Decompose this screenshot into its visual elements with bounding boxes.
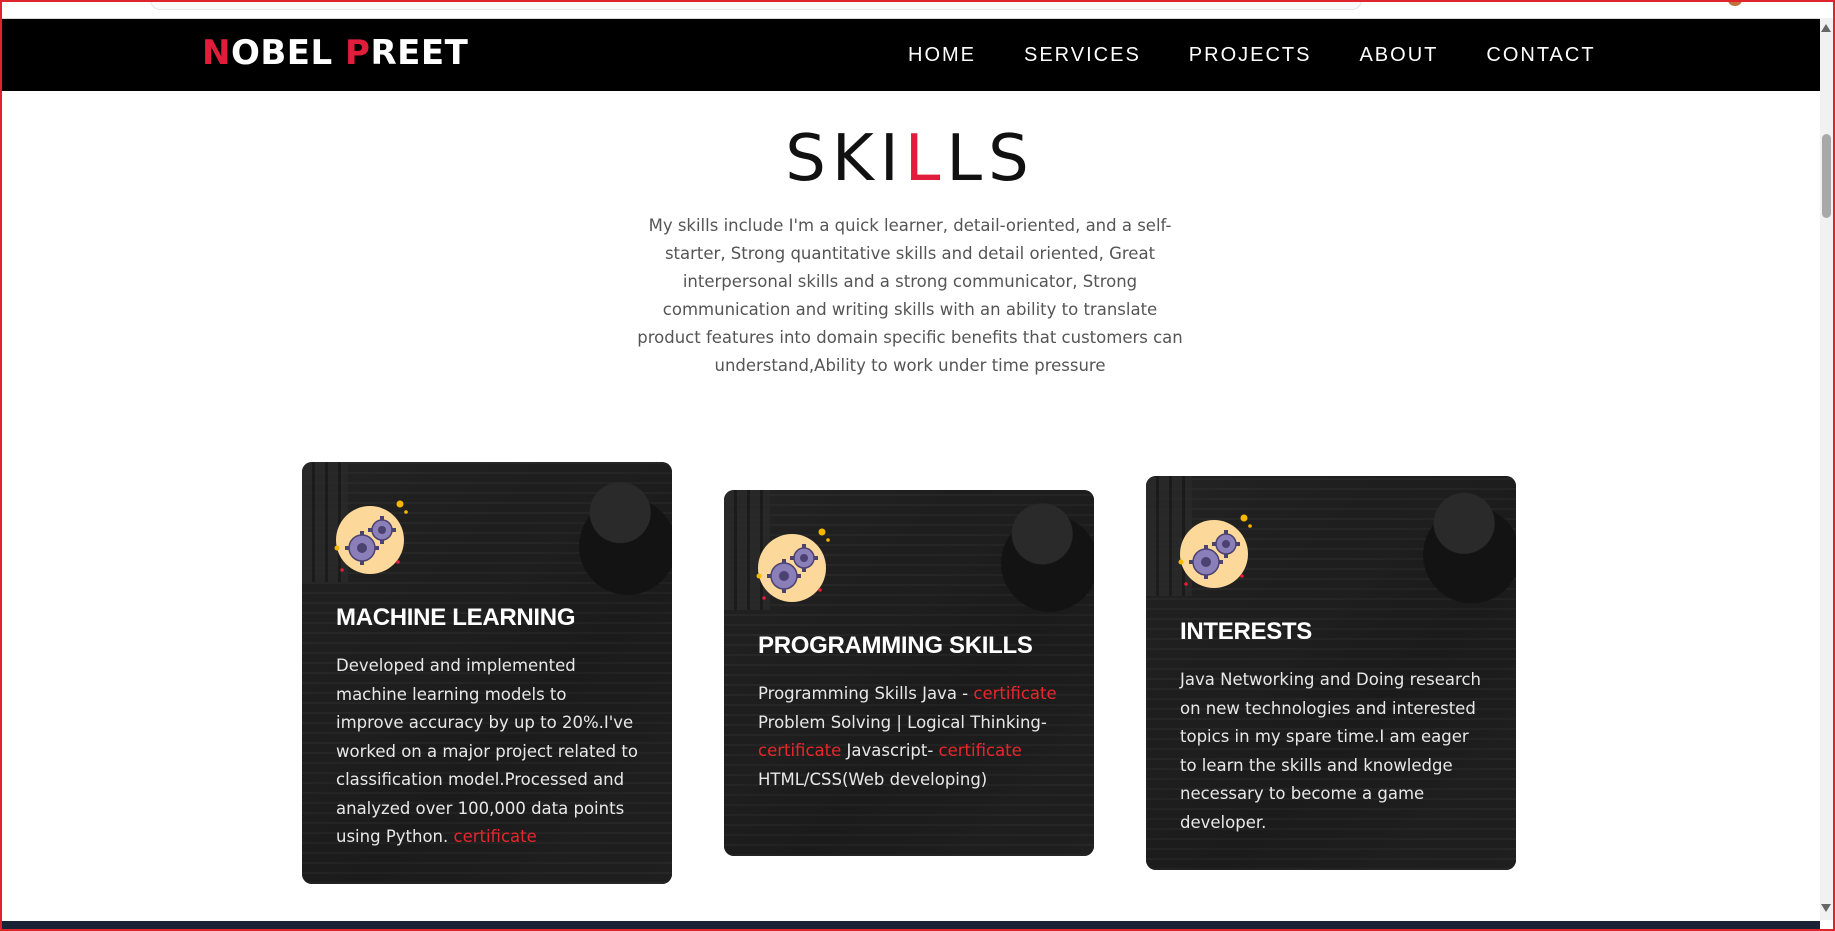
main-nav: HOME SERVICES PROJECTS ABOUT CONTACT [908,19,1644,91]
site-navbar: NOBEL PREET HOME SERVICES PROJECTS ABOUT… [2,19,1820,91]
gears-icon [330,496,412,578]
logo-initial-p: P [345,33,371,73]
logo-word-2: REET [370,33,469,73]
browser-search-bar[interactable] [150,0,1362,10]
card-text: Java Networking and Doing research on ne… [1180,670,1481,832]
nav-about[interactable]: ABOUT [1359,44,1438,67]
card-body-text: Developed and implemented machine learni… [336,656,638,846]
scroll-up-icon[interactable] [1821,24,1831,32]
logo-initial-n: N [202,33,231,73]
page-scrollbar[interactable] [1820,18,1833,920]
section-title: SKILLS [0,122,1820,196]
certificate-link-java[interactable]: certificate [973,684,1056,703]
gears-icon [1174,510,1256,592]
nav-contact[interactable]: CONTACT [1486,44,1595,67]
nav-projects[interactable]: PROJECTS [1189,44,1312,67]
skills-intro: My skills include I'm a quick learner, d… [637,216,1183,375]
logo-word-1: OBEL [230,33,346,73]
browser-top-strip [0,0,1820,20]
certificate-link-javascript[interactable]: certificate [939,741,1022,760]
certificate-link[interactable]: certificate [454,827,537,846]
site-logo[interactable]: NOBEL PREET [202,33,468,73]
card-text-segment: Javascript- [841,741,939,760]
card-interests: INTERESTS Java Networking and Doing rese… [1146,476,1516,870]
gears-icon [752,524,834,606]
card-text: Programming Skills Java - certificate Pr… [758,680,1060,794]
card-text-segment: Programming Skills Java - [758,684,974,703]
scroll-down-icon[interactable] [1821,904,1831,912]
card-title: PROGRAMMING SKILLS [758,632,1033,659]
card-programming-skills: PROGRAMMING SKILLS Programming Skills Ja… [724,490,1094,856]
scrollbar-thumb[interactable] [1822,134,1831,218]
card-text-segment: HTML/CSS(Web developing) [758,769,988,789]
card-title: INTERESTS [1180,618,1312,645]
nav-services[interactable]: SERVICES [1024,44,1141,67]
next-section-edge [0,921,1820,931]
card-machine-learning: MACHINE LEARNING Developed and implement… [302,462,672,884]
card-text-segment: Problem Solving | Logical Thinking- [758,712,1047,732]
nav-home[interactable]: HOME [908,44,976,67]
card-text: Developed and implemented machine learni… [336,652,638,852]
profile-avatar[interactable] [1728,0,1742,6]
title-part-2: LS [946,122,1035,196]
card-title: MACHINE LEARNING [336,604,576,631]
title-part-1: SKI [785,122,905,196]
certificate-link-problem-solving[interactable]: certificate [758,741,841,760]
title-accent: L [904,122,947,196]
